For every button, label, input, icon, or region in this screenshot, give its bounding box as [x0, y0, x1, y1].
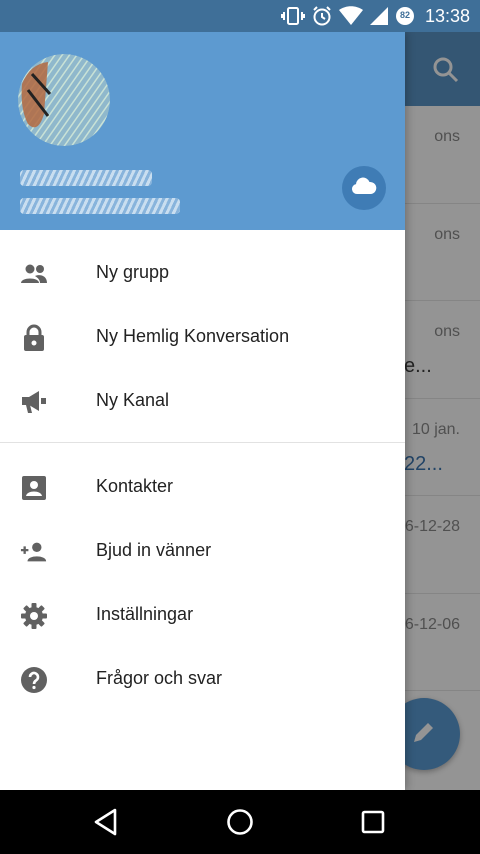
- avatar[interactable]: [18, 54, 110, 146]
- menu-item-label: Inställningar: [96, 603, 194, 624]
- menu-item-new-secret-chat[interactable]: Ny Hemlig Konversation: [0, 304, 405, 368]
- alarm-icon: [311, 5, 333, 27]
- cloud-icon: [351, 177, 377, 200]
- help-icon: [20, 666, 48, 694]
- lock-icon: [20, 324, 48, 352]
- menu-divider: [0, 442, 405, 443]
- menu-item-settings[interactable]: Inställningar: [0, 582, 405, 646]
- menu-item-label: Ny Kanal: [96, 389, 170, 410]
- signal-icon: [369, 6, 389, 26]
- saved-messages-button[interactable]: [342, 166, 386, 210]
- menu-item-new-group[interactable]: Ny grupp: [0, 240, 405, 304]
- menu-item-label: Bjud in vänner: [96, 539, 212, 560]
- menu-item-invite-friends[interactable]: Bjud in vänner: [0, 518, 405, 582]
- vibrate-icon: [280, 6, 305, 26]
- menu-item-label: Kontakter: [96, 475, 174, 496]
- megaphone-icon: [20, 388, 48, 416]
- account-phone-redacted: [20, 198, 180, 214]
- battery-icon: 82: [395, 6, 415, 26]
- contacts-icon: [20, 474, 48, 502]
- status-time: 13:38: [424, 5, 470, 26]
- gear-icon: [20, 602, 48, 630]
- account-name-redacted: [20, 170, 152, 186]
- back-icon[interactable]: [88, 804, 124, 840]
- system-navigation-bar: [0, 790, 480, 854]
- group-icon: [20, 260, 48, 288]
- menu-item-faq[interactable]: Frågor och svar: [0, 646, 405, 710]
- menu-item-new-channel[interactable]: Ny Kanal: [0, 368, 405, 432]
- home-icon[interactable]: [222, 804, 258, 840]
- menu-item-label: Ny Hemlig Konversation: [96, 325, 290, 346]
- add-person-icon: [20, 538, 48, 566]
- menu-item-label: Frågor och svar: [96, 667, 223, 688]
- navigation-drawer: Ny grupp Ny Hemlig Konversation Ny Kanal…: [0, 32, 405, 790]
- wifi-icon: [338, 6, 363, 26]
- drawer-header: [0, 32, 405, 230]
- recents-icon[interactable]: [355, 804, 391, 840]
- menu-item-contacts[interactable]: Kontakter: [0, 454, 405, 518]
- battery-level-text: 82: [399, 10, 410, 20]
- status-bar: 82 13:38: [0, 0, 480, 32]
- status-icons: 82 13:38: [280, 0, 470, 32]
- menu-item-label: Ny grupp: [96, 261, 170, 282]
